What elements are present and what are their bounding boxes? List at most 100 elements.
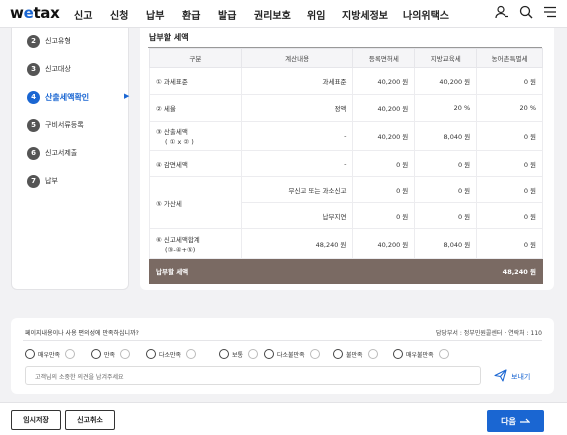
step-number: 5: [27, 118, 40, 132]
total-row: 납부할 세액 48,240 원: [148, 258, 543, 284]
temp-save-button[interactable]: 임시저장: [11, 410, 61, 430]
value-cell: 40,200 원: [352, 121, 416, 151]
step-label: 신고유형: [45, 37, 71, 45]
step-number: 2: [27, 34, 40, 48]
col-header: 지방교육세: [414, 48, 478, 68]
nav-item-apply[interactable]: 신청: [110, 7, 128, 22]
rating-radio[interactable]: [248, 349, 259, 359]
slight-smile-icon: [146, 349, 156, 359]
frown-icon: [333, 349, 343, 359]
rating-label: 매우불만족: [406, 351, 434, 359]
step-item-3[interactable]: 3 신고대상: [27, 62, 71, 76]
value-cell: 8,040 원: [414, 121, 478, 151]
step-item-6[interactable]: 6 신고서제출: [27, 146, 77, 160]
user-icon[interactable]: [495, 5, 509, 19]
step-label: 신고서제출: [45, 149, 78, 157]
arrow-right-icon: [519, 417, 531, 426]
rating-radio[interactable]: [186, 349, 197, 359]
step-item-5[interactable]: 5 구비서류등록: [27, 118, 84, 132]
rating-neutral[interactable]: 보통: [219, 349, 259, 359]
col-header: 구분: [149, 48, 242, 68]
row-label: ② 세율: [149, 94, 242, 122]
feedback-question: 페이지내용이나 사용 편의성에 만족하십니까?: [25, 330, 139, 337]
step-number: 3: [27, 62, 40, 76]
value-cell: 8,040 원: [414, 228, 478, 259]
col-header: 농어촌특별세: [476, 48, 543, 68]
rating-radio[interactable]: [65, 349, 76, 359]
step-item-2[interactable]: 2 신고유형: [27, 34, 71, 48]
nav-item-local-tax-info[interactable]: 지방세정보: [342, 7, 388, 22]
step-label: 신고대상: [45, 65, 71, 73]
row-label: ⑤ 가산세: [149, 176, 242, 229]
rating-very-satisfied[interactable]: 매우만족: [25, 349, 76, 359]
value-cell: 0 원: [476, 228, 543, 259]
rating-radio[interactable]: [309, 349, 320, 359]
value-cell: 40,200 원: [352, 228, 416, 259]
rating-somewhat-satisfied[interactable]: 다소만족: [146, 349, 197, 359]
table-row: ① 과세표준 과세표준 40,200 원 40,200 원 0 원: [149, 67, 543, 95]
neutral-face-icon: [219, 349, 229, 359]
value-cell: 40,200 원: [414, 67, 478, 95]
rating-radio[interactable]: [367, 349, 378, 359]
nav-item-issue[interactable]: 발급: [218, 7, 236, 22]
bottom-action-bar: 임시저장 신고취소 다음: [0, 402, 567, 435]
slight-frown-icon: [264, 349, 274, 359]
value-cell: 0 원: [476, 121, 543, 151]
logo-part: w: [10, 4, 24, 22]
nav-item-rights[interactable]: 권리보호: [254, 7, 291, 22]
row-label-line: ③ 산출세액: [156, 128, 188, 136]
value-cell: 0 원: [352, 176, 416, 203]
paper-plane-icon: [494, 369, 507, 384]
step-sidebar: 2 신고유형 3 신고대상 4 산출세액확인 ▶ 5 구비서류등록 6 신고서제…: [11, 28, 129, 290]
cancel-report-button[interactable]: 신고취소: [65, 410, 115, 430]
nav-item-delegate[interactable]: 위임: [307, 7, 325, 22]
total-label: 납부할 세액: [148, 258, 354, 284]
rating-dissatisfied[interactable]: 불만족: [333, 349, 378, 359]
row-label: ④ 감면세액: [149, 150, 242, 177]
row-label: ③ 산출세액 ( ① x ② ): [149, 121, 242, 151]
calc-cell: 과세표준: [240, 67, 354, 95]
next-label: 다음: [501, 416, 516, 426]
step-number: 6: [27, 146, 40, 160]
table-row: ⑥ 신고세액합계 (③-④+⑤) 48,240 원 40,200 원 8,040…: [149, 228, 543, 259]
calc-cell: 납부지연: [240, 202, 354, 229]
rating-radio[interactable]: [438, 349, 449, 359]
send-button[interactable]: 보내기: [494, 369, 530, 384]
value-cell: 0 원: [414, 150, 478, 177]
feedback-panel: 페이지내용이나 사용 편의성에 만족하십니까? 담당부서 : 정부민원콜센터 ·…: [11, 318, 554, 394]
value-cell: 0 원: [476, 150, 543, 177]
rating-label: 다소만족: [159, 351, 182, 359]
frown-big-icon: [393, 349, 403, 359]
nav-item-refund[interactable]: 환급: [182, 7, 200, 22]
value-cell: 0 원: [414, 202, 478, 229]
current-step-arrow-icon: ▶: [124, 92, 130, 100]
feedback-divider: [23, 340, 542, 341]
nav-item-pay[interactable]: 납부: [146, 7, 164, 22]
value-cell: 0 원: [476, 67, 543, 95]
rating-radio[interactable]: [120, 349, 131, 359]
feedback-input[interactable]: 고객님의 소중한 의견을 남겨주세요: [25, 366, 481, 385]
table-row: ④ 감면세액 - 0 원 0 원 0 원: [149, 150, 543, 177]
calc-cell: 48,240 원: [240, 228, 354, 259]
rating-very-dissatisfied[interactable]: 매우불만족: [393, 349, 449, 359]
col-header: 계산내용: [240, 48, 354, 68]
value-cell: 0 원: [476, 176, 543, 203]
step-item-4-current[interactable]: 4 산출세액확인 ▶: [27, 90, 131, 104]
rating-label: 보통: [232, 351, 244, 359]
feedback-contact: 담당부서 : 정부민원콜센터 · 연락처 : 110: [435, 330, 542, 337]
logo-part: e: [23, 4, 34, 22]
rating-somewhat-dissatisfied[interactable]: 다소불만족: [264, 349, 320, 359]
smile-icon: [91, 349, 101, 359]
menu-icon[interactable]: [543, 5, 557, 19]
nav-item-my-wetax[interactable]: 나의위택스: [403, 7, 449, 22]
row-label: ⑥ 신고세액합계 (③-④+⑤): [149, 228, 242, 259]
next-button[interactable]: 다음: [487, 410, 544, 432]
value-cell: 20 %: [476, 94, 543, 122]
value-cell: 0 원: [352, 202, 416, 229]
step-number: 7: [27, 174, 40, 188]
wetax-logo[interactable]: wetax: [10, 4, 60, 22]
rating-satisfied[interactable]: 만족: [91, 349, 131, 359]
nav-item-report[interactable]: 신고: [74, 7, 92, 22]
step-item-7[interactable]: 7 납부: [27, 174, 58, 188]
search-icon[interactable]: [519, 5, 533, 19]
